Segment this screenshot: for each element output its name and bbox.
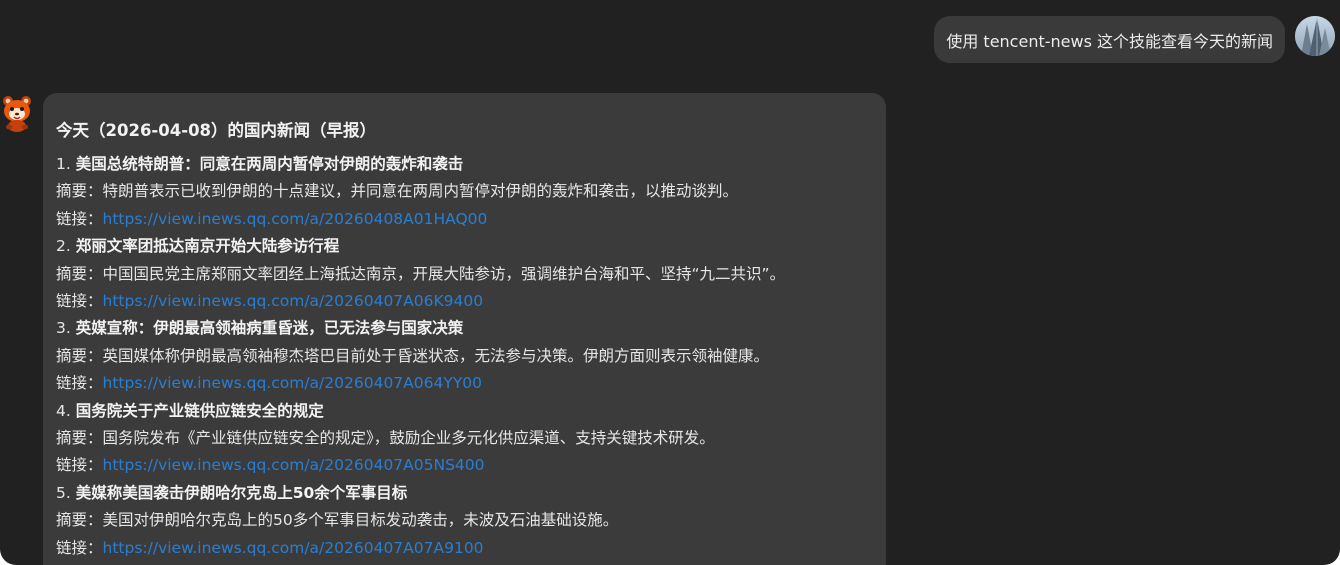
news-item-summary-line: 摘要：国务院发布《产业链供应链安全的规定》，鼓励企业多元化供应渠道、支持关键技术… xyxy=(56,425,874,452)
news-item-link-line: 链接：https://view.inews.qq.com/a/20260407A… xyxy=(56,452,874,479)
news-item-title: 美国总统特朗普：同意在两周内暂停对伊朗的轰炸和袭击 xyxy=(75,155,464,173)
link-prefix: 链接： xyxy=(56,538,103,557)
assistant-avatar xyxy=(0,94,34,132)
user-message-bubble: 使用 tencent-news 这个技能查看今天的新闻 xyxy=(934,16,1285,63)
news-item-summary-line: 摘要：特朗普表示已收到伊朗的十点建议，并同意在两周内暂停对伊朗的轰炸和袭击，以推… xyxy=(56,178,874,205)
link-prefix: 链接： xyxy=(56,209,103,228)
news-item-link-line: 链接：https://view.inews.qq.com/a/20260407A… xyxy=(56,535,874,562)
summary-prefix: 摘要： xyxy=(56,511,103,530)
summary-prefix: 摘要： xyxy=(56,264,103,283)
news-item-number: 4. xyxy=(56,401,71,420)
red-panda-mascot-icon xyxy=(3,96,31,132)
user-avatar-photo-icon xyxy=(1295,16,1335,56)
user-avatar[interactable] xyxy=(1295,16,1335,56)
link-prefix: 链接： xyxy=(56,374,103,393)
news-item-link-line: 链接：https://view.inews.qq.com/a/20260407A… xyxy=(56,370,874,397)
news-item-summary-line: 摘要：中国国民党主席郑丽文率团经上海抵达南京，开展大陆参访，强调维护台海和平、坚… xyxy=(56,261,874,288)
news-item-link-line: 链接：https://view.inews.qq.com/a/20260407A… xyxy=(56,288,874,315)
news-item-link-line: 链接：https://view.inews.qq.com/a/20260408A… xyxy=(56,206,874,233)
news-item-number: 5. xyxy=(56,483,71,502)
news-item-title-line: 5. 美媒称美国袭击伊朗哈尔克岛上50余个军事目标 xyxy=(56,480,874,507)
news-item-summary: 英国媒体称伊朗最高领袖穆杰塔巴目前处于昏迷状态，无法参与决策。伊朗方面则表示领袖… xyxy=(102,346,770,365)
assistant-message-bubble: 今天（2026-04-08）的国内新闻（早报） 1. 美国总统特朗普：同意在两周… xyxy=(43,93,886,565)
news-item-number: 3. xyxy=(56,319,71,338)
news-item-title-line: 3. 英媒宣称：伊朗最高领袖病重昏迷，已无法参与国家决策 xyxy=(56,315,874,342)
news-item-title: 郑丽文率团抵达南京开始大陆参访行程 xyxy=(75,237,340,256)
link-prefix: 链接： xyxy=(56,292,103,311)
news-item-link[interactable]: https://view.inews.qq.com/a/20260407A064… xyxy=(103,374,483,392)
news-item-title: 英媒宣称：伊朗最高领袖病重昏迷，已无法参与国家决策 xyxy=(75,319,464,338)
news-item-link[interactable]: https://view.inews.qq.com/a/20260408A01H… xyxy=(103,210,488,228)
news-item-summary: 中国国民党主席郑丽文率团经上海抵达南京，开展大陆参访，强调维护台海和平、坚持“九… xyxy=(102,264,786,283)
news-item-title-line: 1. 美国总统特朗普：同意在两周内暂停对伊朗的轰炸和袭击 xyxy=(56,151,874,178)
user-message-text: 使用 tencent-news 这个技能查看今天的新闻 xyxy=(946,31,1273,51)
news-item-summary: 国务院发布《产业链供应链安全的规定》，鼓励企业多元化供应渠道、支持关键技术研发。 xyxy=(102,429,715,448)
news-heading: 今天（2026-04-08）的国内新闻（早报） xyxy=(56,121,377,140)
news-item-link[interactable]: https://view.inews.qq.com/a/20260407A05N… xyxy=(103,456,485,474)
news-item-summary: 美国对伊朗哈尔克岛上的50多个军事目标发动袭击，未波及石油基础设施。 xyxy=(102,511,619,530)
link-prefix: 链接： xyxy=(56,456,103,475)
summary-prefix: 摘要： xyxy=(56,429,103,448)
news-item-title-line: 2. 郑丽文率团抵达南京开始大陆参访行程 xyxy=(56,233,874,260)
summary-prefix: 摘要： xyxy=(56,182,103,201)
news-item-link[interactable]: https://view.inews.qq.com/a/20260407A06K… xyxy=(103,292,484,310)
chat-window: 使用 tencent-news 这个技能查看今天的新闻 今天（2026-04-0… xyxy=(0,0,1340,565)
news-item-title: 美媒称美国袭击伊朗哈尔克岛上50余个军事目标 xyxy=(75,483,408,502)
summary-prefix: 摘要： xyxy=(56,346,103,365)
news-item-title-line: 4. 国务院关于产业链供应链安全的规定 xyxy=(56,398,874,425)
news-item-summary-line: 摘要：美国对伊朗哈尔克岛上的50多个军事目标发动袭击，未波及石油基础设施。 xyxy=(56,507,874,534)
news-item-link[interactable]: https://view.inews.qq.com/a/20260407A07A… xyxy=(103,539,484,557)
news-item-title: 国务院关于产业链供应链安全的规定 xyxy=(75,401,324,420)
news-item-number: 1. xyxy=(56,155,71,173)
news-item-summary: 特朗普表示已收到伊朗的十点建议，并同意在两周内暂停对伊朗的轰炸和袭击，以推动谈判… xyxy=(102,182,739,201)
news-item-number: 2. xyxy=(56,237,71,256)
news-item-summary-line: 摘要：英国媒体称伊朗最高领袖穆杰塔巴目前处于昏迷状态，无法参与决策。伊朗方面则表… xyxy=(56,343,874,370)
